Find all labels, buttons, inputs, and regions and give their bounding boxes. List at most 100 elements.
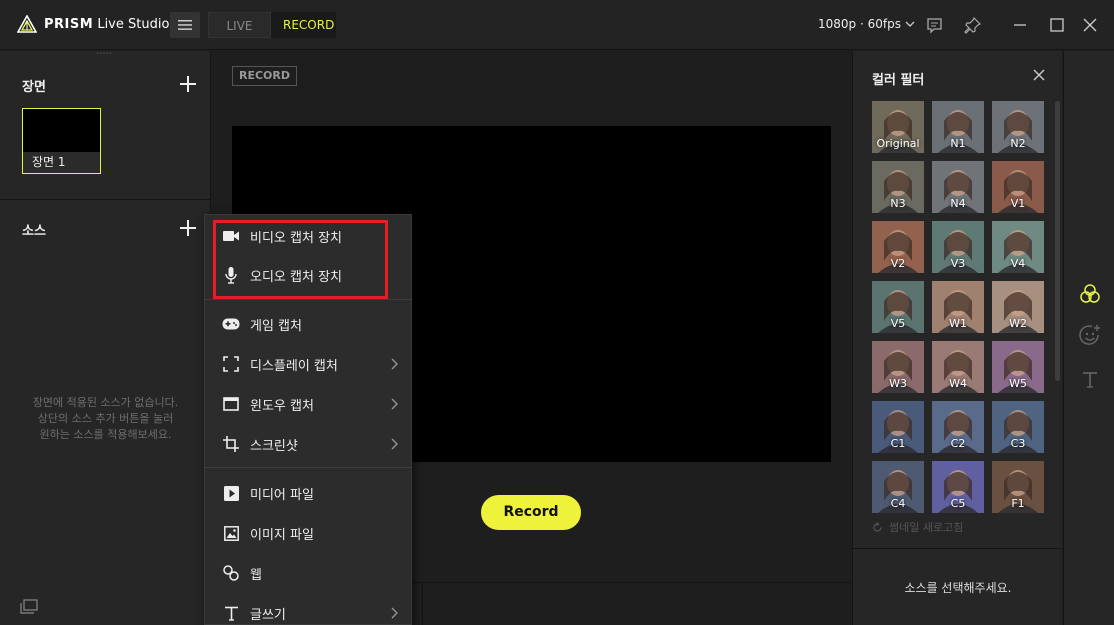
app-logo: PRISM Live Studio [17,15,169,33]
text-icon [1083,372,1097,388]
filter-thumb[interactable]: C5 [932,461,984,513]
close-icon [1083,18,1097,32]
close-window-button[interactable] [1080,15,1100,35]
filter-thumb[interactable]: W3 [872,341,924,393]
filter-thumb-label: W5 [1009,377,1027,390]
empty-message-line: 장면에 적용된 소스가 없습니다. [32,396,179,409]
image-icon [222,524,240,542]
filter-thumb[interactable]: Original [872,101,924,153]
tab-live[interactable]: LIVE [208,12,271,38]
filter-thumb[interactable]: N3 [872,161,924,213]
menu-item-media-file[interactable]: 미디어 파일 [205,473,411,513]
filter-thumb-label: N3 [890,197,906,210]
filter-thumb[interactable]: F1 [992,461,1044,513]
color-filter-icon [1080,284,1100,303]
menu-item-label: 스크린샷 [250,438,298,454]
sources-title: 소스 [22,224,46,239]
menu-item-web[interactable]: 웹 [205,553,411,593]
filter-thumb[interactable]: C4 [872,461,924,513]
bottom-separator [422,583,423,625]
filter-thumb[interactable]: V1 [992,161,1044,213]
scene-item-label: 장면 1 [23,152,100,173]
filter-thumb-label: W4 [949,377,967,390]
minimize-button[interactable] [1010,15,1030,35]
mode-tabs: LIVE RECORD [208,12,336,38]
filter-thumb[interactable]: W2 [992,281,1044,333]
filter-thumb-label: C1 [890,437,906,450]
filter-thumb-label: V5 [890,317,906,330]
chevron-right-icon [391,607,398,619]
filter-thumb[interactable]: W1 [932,281,984,333]
smiley-sticker-icon [1079,325,1100,345]
add-scene-button[interactable] [180,76,196,92]
menu-item-label: 게임 캡처 [250,318,302,334]
menu-item-label: 웹 [250,567,262,583]
record-button[interactable]: Record [481,495,581,530]
color-filter-title: 컬러 필터 [872,73,925,88]
menu-item-text[interactable]: 글쓰기 [205,593,411,625]
logo-rest-text: Live Studio [93,16,170,32]
left-panel: 장면 장면 1 소스 장면에 적용된 소스가 없습니다. 상단의 소스 추가 버… [0,51,211,625]
text-tool[interactable] [1077,367,1103,393]
filter-thumb[interactable]: V3 [932,221,984,273]
drag-handle-icon[interactable] [96,51,114,55]
filter-thumb[interactable]: V4 [992,221,1044,273]
menu-item-window-capture[interactable]: 윈도우 캡처 [205,384,411,424]
window-icon [222,395,240,413]
maximize-icon [1050,18,1064,32]
filter-thumb[interactable]: C2 [932,401,984,453]
color-filter-panel: 컬러 필터 Original N1 N2 N3 N4 V1 V2 V3 V4 V5 W1 W2 W3 W4… [852,51,1063,625]
crop-icon [222,435,240,453]
chevron-right-icon [391,438,398,450]
filter-thumb-label: C5 [950,497,966,510]
menu-separator [205,299,411,300]
refresh-thumbnails-button[interactable]: 썸네일 새로고침 [872,519,963,535]
play-icon [222,484,240,502]
chevron-down-icon [905,21,915,27]
scrollbar[interactable] [1055,101,1060,381]
close-icon[interactable] [1033,69,1045,81]
color-filter-tool[interactable] [1077,281,1103,307]
maximize-button[interactable] [1047,15,1067,35]
link-icon [222,564,240,582]
scene-item[interactable]: 장면 1 [22,108,101,174]
prism-logo-icon [17,15,37,33]
filter-thumb[interactable]: N2 [992,101,1044,153]
filter-thumb[interactable]: V2 [872,221,924,273]
hamburger-menu-button[interactable] [170,12,200,38]
multi-view-icon[interactable] [20,599,38,615]
filter-thumb[interactable]: V5 [872,281,924,333]
select-source-message: 소스를 선택해주세요. [904,581,1012,595]
sticker-tool[interactable] [1077,323,1103,349]
filter-thumb[interactable]: W4 [932,341,984,393]
menu-item-image-file[interactable]: 이미지 파일 [205,513,411,553]
tab-record[interactable]: RECORD [271,12,336,38]
pin-icon [963,16,981,34]
pin-button[interactable] [962,15,982,35]
filter-thumb[interactable]: C3 [992,401,1044,453]
display-frame-icon [222,355,240,373]
filter-thumb[interactable]: C1 [872,401,924,453]
menu-item-screenshot[interactable]: 스크린샷 [205,424,411,464]
filter-thumb-label: W1 [949,317,967,330]
empty-sources-message: 장면에 적용된 소스가 없습니다. 상단의 소스 추가 버튼을 눌러 원하는 소… [0,395,211,443]
refresh-icon [873,521,882,532]
chat-button[interactable] [924,15,944,35]
filter-thumb-label: V4 [1010,257,1026,270]
filter-thumb[interactable]: W5 [992,341,1044,393]
chevron-right-icon [391,398,398,410]
menu-item-display-capture[interactable]: 디스플레이 캡처 [205,344,411,384]
chevron-right-icon [391,358,398,370]
filter-thumb-label: N1 [950,137,966,150]
scenes-title: 장면 [22,80,46,95]
panel-divider [853,548,1063,549]
filter-thumb[interactable]: N1 [932,101,984,153]
filter-thumb-label: Original [876,137,920,150]
add-source-button[interactable] [180,220,196,236]
menu-item-game-capture[interactable]: 게임 캡처 [205,304,411,344]
resolution-dropdown[interactable]: 1080p · 60fps [818,17,915,31]
filter-thumb[interactable]: N4 [932,161,984,213]
menu-item-label: 글쓰기 [250,607,286,623]
record-mode-badge: RECORD [232,66,298,86]
chat-icon [926,17,942,34]
